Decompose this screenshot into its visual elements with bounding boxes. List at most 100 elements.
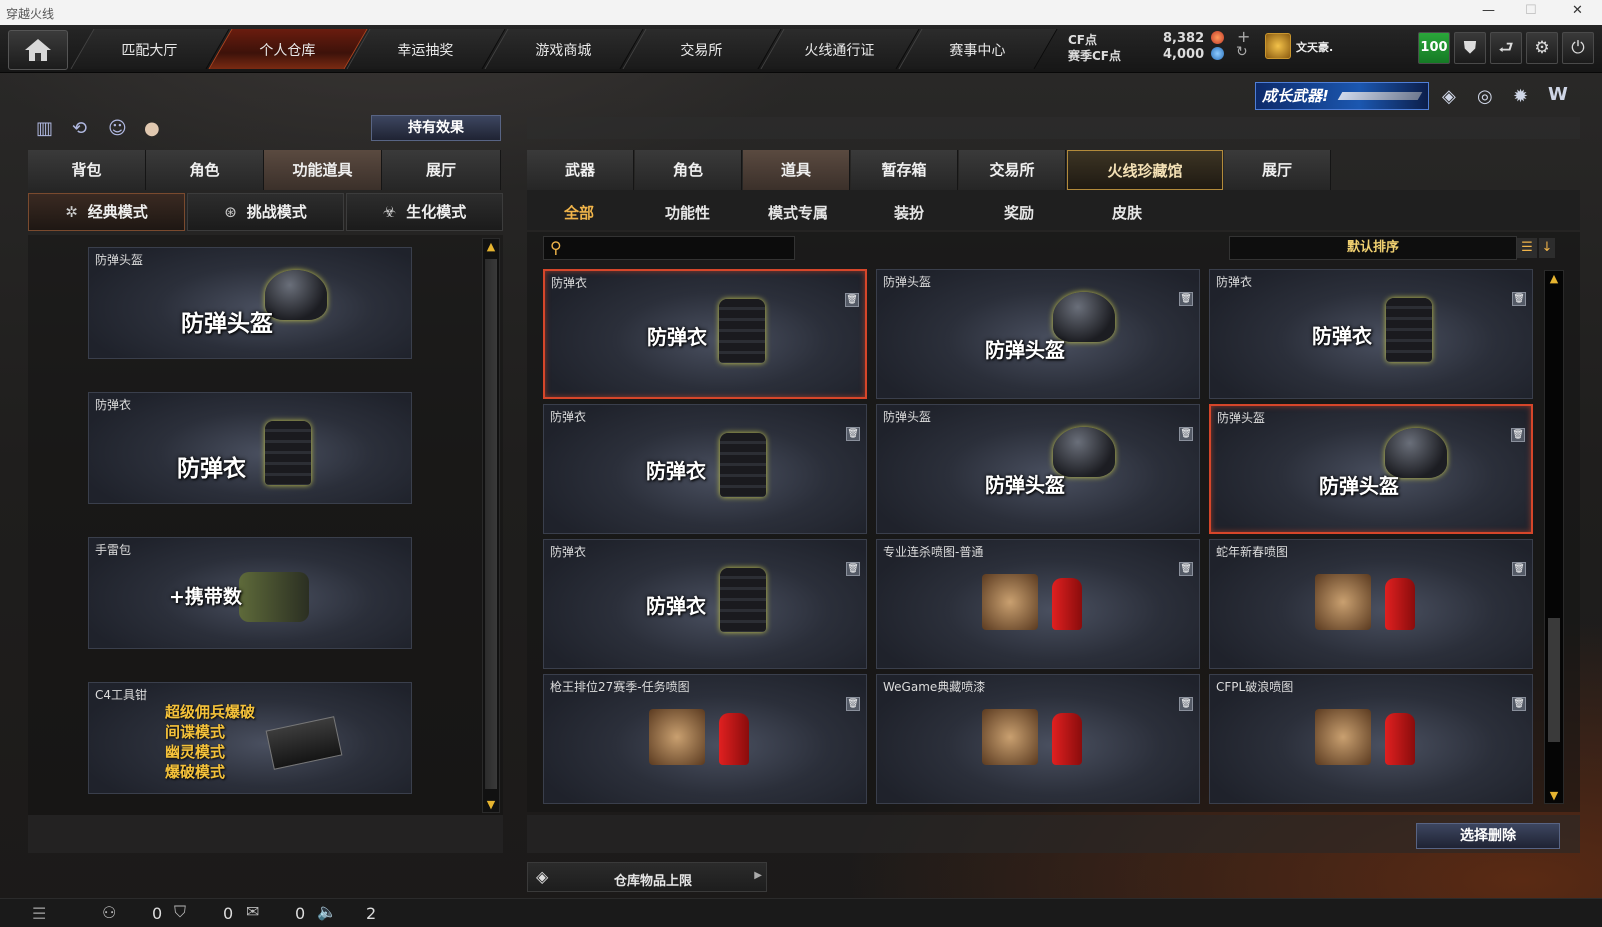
grenade-icon[interactable]: ✹ (1513, 86, 1528, 107)
trash-icon[interactable]: 🗑 (1512, 292, 1526, 306)
scroll-up-arrow-icon[interactable]: ▲ (1546, 272, 1562, 285)
w-logo-icon[interactable]: W (1548, 84, 1568, 105)
maximize-icon[interactable]: ☐ (1525, 3, 1537, 18)
right-tab-0[interactable]: 武器 (527, 150, 634, 190)
layers-icon: ◈ (536, 867, 549, 886)
trash-icon[interactable]: 🗑 (1511, 428, 1525, 442)
trash-icon[interactable]: 🗑 (845, 293, 859, 307)
settings-gear-icon[interactable]: ⚙ (1526, 32, 1558, 64)
right-item-card[interactable]: 专业连杀喷图-普通 🗑 (876, 539, 1200, 669)
right-item-card[interactable]: 枪王排位27赛季-任务喷图 🗑 (543, 674, 867, 804)
stats-icon[interactable]: ▥ (36, 118, 53, 139)
nav-tab-4[interactable]: 交易所 (622, 29, 782, 69)
right-tab-2[interactable]: 道具 (743, 150, 850, 190)
return-icon[interactable]: ⮐ (1490, 32, 1522, 64)
trash-icon[interactable]: 🗑 (846, 697, 860, 711)
badge-v-icon[interactable]: ◈ (1442, 86, 1456, 107)
subtab-3[interactable]: 装扮 (894, 202, 924, 223)
home-button[interactable] (8, 30, 68, 70)
left-tab-0[interactable]: 背包 (28, 150, 146, 190)
minimize-icon[interactable]: — (1482, 3, 1495, 18)
expand-arrow-icon[interactable]: ▶ (754, 870, 762, 881)
sort-dropdown[interactable]: 默认排序 (1229, 236, 1517, 260)
left-item-card[interactable]: 防弹衣 防弹衣 (88, 392, 412, 504)
right-tab-3[interactable]: 暂存箱 (851, 150, 958, 190)
trash-icon[interactable]: 🗑 (1179, 562, 1193, 576)
left-scrollbar[interactable]: ▲ ▼ (482, 238, 500, 813)
nav-tab-3[interactable]: 游戏商城 (484, 29, 644, 69)
growth-weapon-banner[interactable]: 成长武器! (1255, 82, 1429, 110)
clan-shield-icon[interactable]: ⛉ (174, 902, 186, 922)
right-item-card[interactable]: CFPL破浪喷图 🗑 (1209, 674, 1533, 804)
right-item-card[interactable]: 防弹衣 🗑 防弹衣 (1209, 269, 1533, 399)
subtab-0[interactable]: 全部 (564, 202, 594, 223)
close-icon[interactable]: ✕ (1572, 3, 1583, 18)
season-points-label: 赛季CF点 (1068, 49, 1122, 63)
right-item-card[interactable]: 防弹衣 🗑 防弹衣 (543, 539, 867, 669)
right-item-card[interactable]: 蛇年新春喷图 🗑 (1209, 539, 1533, 669)
subtab-2[interactable]: 模式专属 (768, 202, 828, 223)
left-tab-3[interactable]: 展厅 (382, 150, 501, 190)
capacity-bar[interactable]: ◈ 仓库物品上限 ▶ (527, 862, 767, 892)
refresh-icon[interactable]: ↻ (1236, 44, 1248, 60)
right-scrollbar[interactable]: ▲ ▼ (1544, 270, 1564, 804)
left-tab-2[interactable]: 功能道具 (264, 150, 382, 190)
right-scroll-thumb[interactable] (1548, 618, 1560, 742)
scroll-down-arrow-icon[interactable]: ▼ (1546, 789, 1562, 802)
trash-icon[interactable]: 🗑 (846, 562, 860, 576)
speaker-icon[interactable]: 🔈 (317, 902, 337, 921)
search-input[interactable] (572, 239, 790, 257)
user-name[interactable]: 文天豪. (1296, 39, 1333, 55)
left-item-card[interactable]: C4工具钳 超级佣兵爆破 间谍模式 幽灵模式 爆破模式 (88, 682, 412, 794)
history-icon[interactable]: ⟲ (72, 118, 87, 139)
trash-icon[interactable]: 🗑 (1179, 292, 1193, 306)
trash-icon[interactable]: 🗑 (1512, 697, 1526, 711)
trash-icon[interactable]: 🗑 (1179, 427, 1193, 441)
right-item-card[interactable]: 防弹衣 🗑 防弹衣 (543, 269, 867, 399)
mode-button-0[interactable]: ✲ 经典模式 (28, 193, 185, 231)
right-item-card[interactable]: WeGame典藏喷漆 🗑 (876, 674, 1200, 804)
nav-tab-5[interactable]: 火线通行证 (760, 29, 920, 69)
mode-button-1[interactable]: ⊛ 挑战模式 (187, 193, 344, 231)
globe-icon[interactable]: ◎ (1477, 86, 1493, 107)
right-tab-5[interactable]: 火线珍藏馆 (1067, 150, 1223, 190)
sort-direction-icon[interactable]: ↓ (1539, 238, 1555, 258)
nav-tab-0[interactable]: 匹配大厅 (70, 29, 230, 69)
shield-icon[interactable]: ⛊ (1454, 32, 1486, 64)
character-icon[interactable]: ☺ (108, 118, 127, 139)
level-badge[interactable]: 100 (1418, 32, 1450, 64)
left-item-card[interactable]: 防弹头盔 防弹头盔 (88, 247, 412, 359)
nav-tab-2[interactable]: 幸运抽奖 (346, 29, 506, 69)
left-item-card[interactable]: 手雷包 +携带数 (88, 537, 412, 649)
trash-icon[interactable]: 🗑 (1179, 697, 1193, 711)
trash-icon[interactable]: 🗑 (1512, 562, 1526, 576)
subtab-1[interactable]: 功能性 (665, 202, 710, 223)
subtab-5[interactable]: 皮肤 (1112, 202, 1142, 223)
chat-icon[interactable]: ✉ (246, 902, 259, 921)
right-item-card[interactable]: 防弹头盔 🗑 防弹头盔 (876, 404, 1200, 534)
right-tab-6[interactable]: 展厅 (1224, 150, 1331, 190)
mode-button-2[interactable]: ☣ 生化模式 (346, 193, 503, 231)
scroll-down-arrow-icon[interactable]: ▼ (483, 798, 499, 811)
effects-button[interactable]: 持有效果 (371, 115, 501, 141)
search-field[interactable]: ⚲ (543, 236, 795, 260)
right-item-card[interactable]: 防弹头盔 🗑 防弹头盔 (876, 269, 1200, 399)
power-icon[interactable]: ⏻ (1562, 32, 1594, 64)
nav-tab-1[interactable]: 个人仓库 (208, 29, 368, 69)
right-item-card[interactable]: 防弹头盔 🗑 防弹头盔 (1209, 404, 1533, 534)
menu-icon[interactable]: ☰ (32, 904, 46, 923)
avatar[interactable] (1265, 33, 1291, 59)
subtab-4[interactable]: 奖励 (1004, 202, 1034, 223)
list-view-icon[interactable]: ☰ (1517, 238, 1537, 258)
select-delete-button[interactable]: 选择删除 (1416, 823, 1560, 849)
scroll-up-arrow-icon[interactable]: ▲ (483, 240, 499, 253)
left-tab-1[interactable]: 角色 (146, 150, 264, 190)
right-tab-1[interactable]: 角色 (635, 150, 742, 190)
friends-icon[interactable]: ⚇ (102, 903, 116, 922)
right-tab-4[interactable]: 交易所 (959, 150, 1066, 190)
right-item-card[interactable]: 防弹衣 🗑 防弹衣 (543, 404, 867, 534)
trash-icon[interactable]: 🗑 (846, 427, 860, 441)
left-scroll-thumb[interactable] (485, 259, 497, 789)
bomb-icon[interactable]: ● (144, 118, 160, 139)
nav-tab-6[interactable]: 赛事中心 (898, 29, 1058, 69)
